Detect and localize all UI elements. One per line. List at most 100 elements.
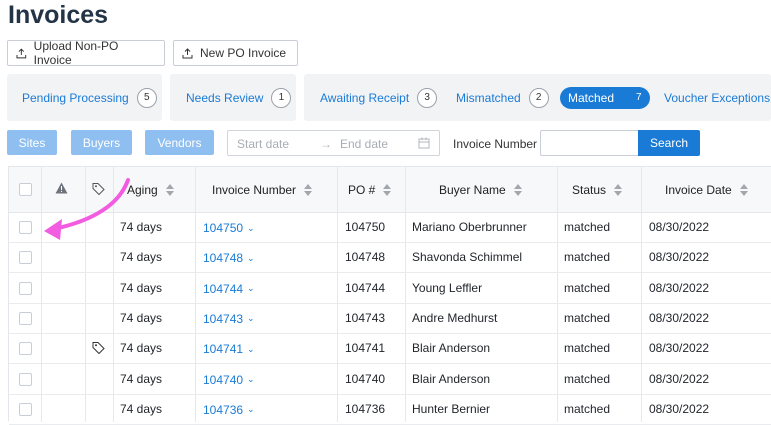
column-header-buyer-name[interactable]: Buyer Name bbox=[439, 179, 522, 201]
buyers-filter-button[interactable]: Buyers bbox=[71, 130, 132, 155]
warning-icon bbox=[55, 182, 68, 194]
search-button[interactable]: Search bbox=[638, 130, 700, 156]
tab-mismatched[interactable]: Mismatched 2 bbox=[456, 74, 549, 121]
table-row[interactable]: 74 days 104748 ⌄ 104748 Shavonda Schimmel mat… bbox=[9, 243, 771, 274]
chevron-down-icon[interactable]: ⌄ bbox=[247, 404, 255, 415]
calendar-icon bbox=[418, 137, 430, 149]
table-row[interactable]: 74 days 104750 ⌄ 104750 Mariano Oberbrunner m… bbox=[9, 213, 771, 243]
row-checkbox[interactable] bbox=[19, 251, 32, 265]
tab-count-badge: 1 bbox=[271, 87, 292, 108]
buyer-name-cell: Shavonda Schimmel bbox=[412, 250, 523, 265]
tab-count-badge: 5 bbox=[136, 87, 157, 108]
invoice-number-link[interactable]: 104740 ⌄ bbox=[203, 373, 255, 387]
invoice-number-link[interactable]: 104750 ⌄ bbox=[203, 221, 255, 235]
po-number-cell: 104750 bbox=[345, 220, 386, 234]
buyer-name-cell: Young Leffler bbox=[412, 280, 483, 295]
po-number-cell: 104736 bbox=[345, 401, 386, 416]
sort-icon[interactable] bbox=[304, 184, 313, 196]
row-checkbox[interactable] bbox=[19, 402, 32, 416]
tab-label: Needs Review bbox=[186, 90, 264, 105]
invoice-date-cell: 08/30/2022 bbox=[649, 280, 710, 295]
invoice-date-cell: 08/30/2022 bbox=[649, 310, 710, 325]
chevron-down-icon[interactable]: ⌄ bbox=[247, 313, 255, 324]
status-cell: matched bbox=[564, 310, 611, 325]
tab-pending-processing[interactable]: Pending Processing 5 bbox=[22, 74, 157, 121]
sites-filter-button[interactable]: Sites bbox=[7, 130, 57, 155]
sort-icon[interactable] bbox=[165, 184, 174, 196]
start-date-input[interactable]: Start date bbox=[237, 137, 289, 151]
invoice-number-text: 104740 bbox=[203, 372, 244, 387]
tab-awaiting-receipt[interactable]: Awaiting Receipt 3 bbox=[320, 74, 438, 121]
row-checkbox[interactable] bbox=[19, 281, 32, 295]
date-range-picker[interactable]: Start date → End date bbox=[227, 130, 440, 156]
invoice-date-cell: 08/30/2022 bbox=[649, 371, 710, 386]
invoice-number-text: 104743 bbox=[203, 311, 244, 326]
invoice-number-link[interactable]: 104741 ⌄ bbox=[203, 342, 255, 356]
invoice-number-link[interactable]: 104748 ⌄ bbox=[203, 251, 255, 265]
invoice-number-text: 104736 bbox=[203, 402, 244, 417]
tab-label: Pending Processing bbox=[22, 90, 129, 105]
aging-cell: 74 days bbox=[120, 220, 163, 234]
select-all-checkbox[interactable] bbox=[19, 183, 32, 196]
chevron-down-icon[interactable]: ⌄ bbox=[247, 374, 255, 385]
upload-icon bbox=[16, 47, 27, 58]
tab-group-review: Needs Review 1 bbox=[170, 74, 296, 121]
status-cell: matched bbox=[564, 371, 611, 386]
invoice-date-cell: 08/30/2022 bbox=[649, 220, 710, 234]
row-checkbox[interactable] bbox=[19, 342, 32, 356]
sort-icon[interactable] bbox=[614, 184, 623, 196]
chevron-down-icon[interactable]: ⌄ bbox=[247, 253, 255, 264]
new-po-invoice-button[interactable]: New PO Invoice bbox=[173, 40, 298, 66]
po-number-cell: 104748 bbox=[345, 250, 386, 265]
page-title: Invoices bbox=[8, 1, 109, 29]
sort-icon[interactable] bbox=[383, 184, 392, 196]
column-header-status[interactable]: Status bbox=[572, 179, 623, 201]
tab-label: Voucher Exceptions bbox=[664, 90, 771, 105]
column-label: Aging bbox=[127, 183, 158, 197]
chevron-down-icon[interactable]: ⌄ bbox=[247, 344, 255, 355]
tab-voucher-exceptions[interactable]: Voucher Exceptions bbox=[664, 74, 770, 121]
status-cell: matched bbox=[564, 401, 611, 416]
column-label: PO # bbox=[348, 183, 376, 197]
tab-count-badge: 3 bbox=[417, 87, 438, 108]
invoice-number-text: 104748 bbox=[203, 251, 244, 266]
tab-label: Awaiting Receipt bbox=[320, 90, 410, 105]
row-checkbox[interactable] bbox=[19, 221, 32, 234]
invoice-number-link[interactable]: 104744 ⌄ bbox=[203, 282, 255, 296]
table-row[interactable]: 74 days 104736 ⌄ 104736 Hunter Bernier matche… bbox=[9, 395, 771, 425]
column-label: Buyer Name bbox=[439, 183, 506, 197]
sort-icon[interactable] bbox=[739, 184, 748, 196]
column-header-invoice-date[interactable]: Invoice Date bbox=[665, 179, 748, 201]
tab-matched-pill: Matched 7 bbox=[560, 86, 650, 109]
table-row[interactable]: 74 days 104741 ⌄ 104741 Blair Anderson matche… bbox=[9, 334, 771, 365]
table-row[interactable]: 74 days 104743 ⌄ 104743 Andre Medhurst matche… bbox=[9, 304, 771, 334]
invoice-number-link[interactable]: 104736 ⌄ bbox=[203, 403, 255, 417]
invoice-number-text: 104741 bbox=[203, 342, 244, 357]
buyer-name-cell: Mariano Oberbrunner bbox=[412, 220, 527, 234]
column-header-invoice-number[interactable]: Invoice Number bbox=[212, 179, 313, 201]
invoice-number-link[interactable]: 104743 ⌄ bbox=[203, 312, 255, 326]
tab-label: Matched bbox=[568, 90, 615, 105]
sort-icon[interactable] bbox=[513, 184, 522, 196]
column-label: Invoice Number bbox=[212, 183, 297, 197]
upload-non-po-invoice-button[interactable]: Upload Non-PO Invoice bbox=[7, 39, 165, 67]
invoice-number-input[interactable] bbox=[540, 130, 639, 156]
end-date-input[interactable]: End date bbox=[340, 137, 388, 151]
tab-matched[interactable]: Matched 7 bbox=[560, 74, 650, 121]
row-checkbox[interactable] bbox=[19, 372, 32, 386]
column-header-po-number[interactable]: PO # bbox=[348, 179, 392, 201]
po-number-cell: 104743 bbox=[345, 310, 386, 325]
po-number-cell: 104744 bbox=[345, 280, 386, 295]
column-header-aging[interactable]: Aging bbox=[127, 179, 174, 201]
vendors-filter-button[interactable]: Vendors bbox=[145, 130, 214, 155]
tab-count-badge: 7 bbox=[636, 92, 642, 103]
chevron-down-icon[interactable]: ⌄ bbox=[247, 283, 255, 294]
invoice-number-text: 104744 bbox=[203, 281, 244, 296]
tab-needs-review[interactable]: Needs Review 1 bbox=[186, 74, 292, 121]
aging-cell: 74 days bbox=[120, 280, 163, 295]
status-cell: matched bbox=[564, 341, 611, 356]
chevron-down-icon[interactable]: ⌄ bbox=[247, 223, 255, 234]
row-checkbox[interactable] bbox=[19, 311, 32, 325]
table-row[interactable]: 74 days 104744 ⌄ 104744 Young Leffler matched… bbox=[9, 274, 771, 304]
table-row[interactable]: 74 days 104740 ⌄ 104740 Blair Anderson matche… bbox=[9, 365, 771, 395]
